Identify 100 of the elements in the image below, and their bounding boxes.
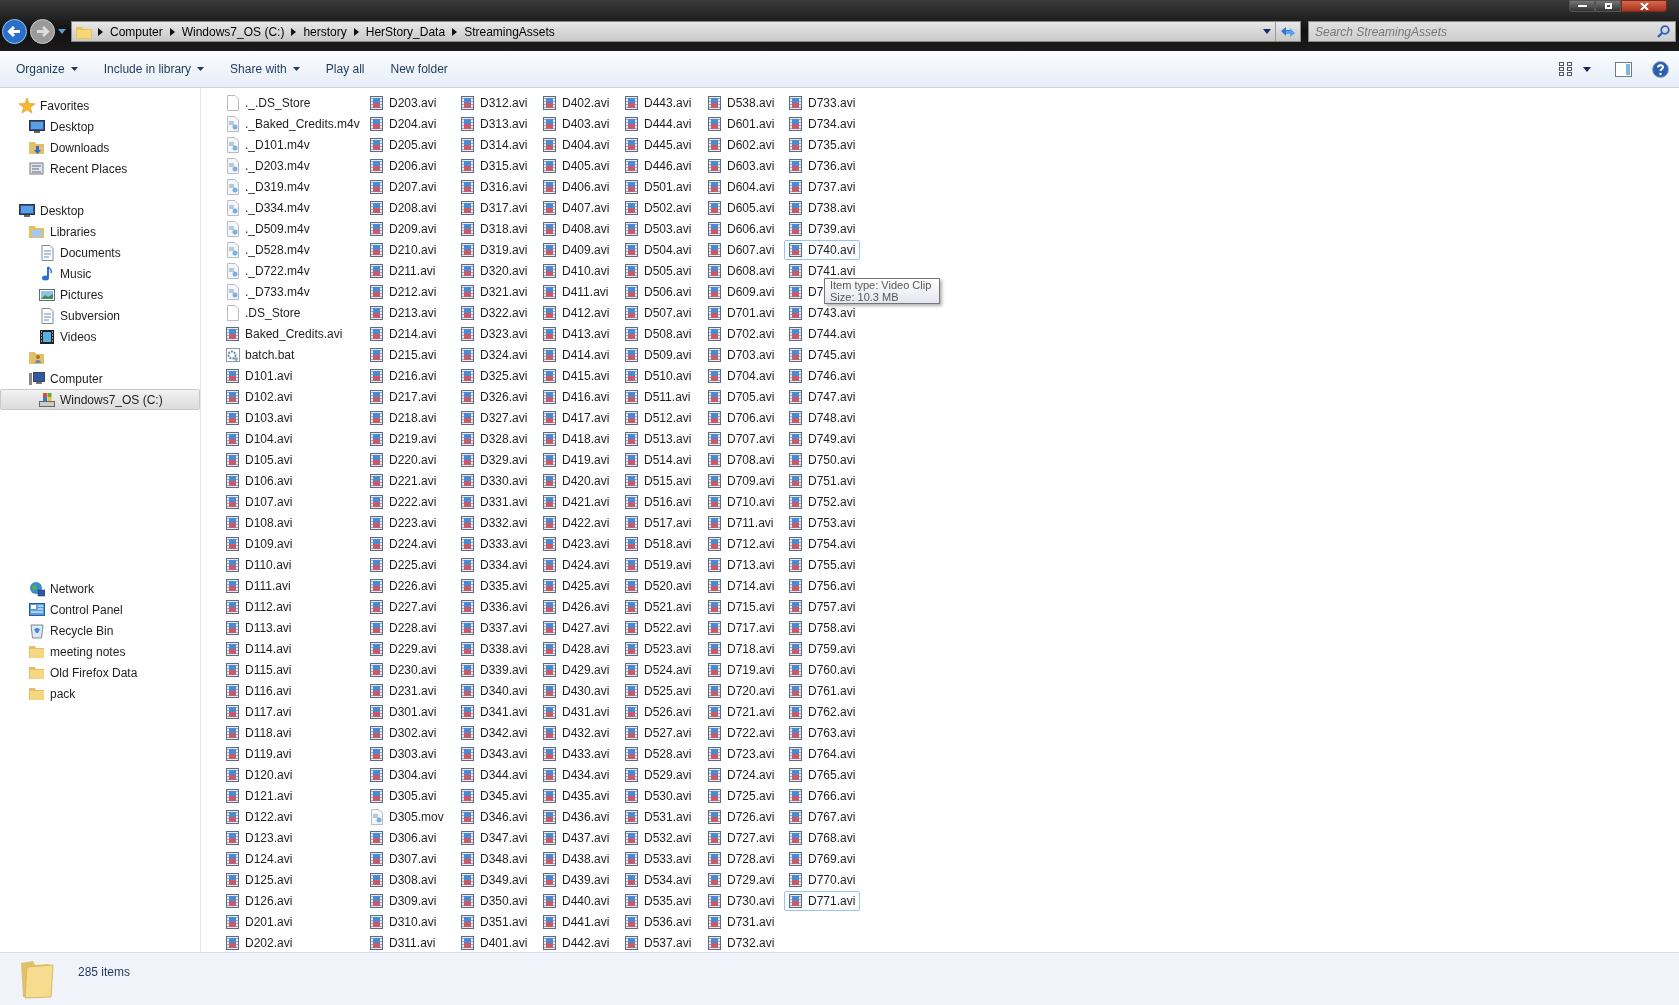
nav-item[interactable]: Downloads — [0, 137, 200, 158]
file-item[interactable]: ._D334.m4v — [221, 197, 315, 218]
file-item[interactable]: D771.avi — [784, 890, 861, 911]
file-item[interactable]: D231.avi — [365, 680, 442, 701]
file-item[interactable]: D602.avi — [703, 134, 780, 155]
file-item[interactable]: D442.avi — [538, 932, 615, 953]
file-item[interactable]: D501.avi — [620, 176, 697, 197]
toolbar-button[interactable]: Share with — [222, 57, 308, 81]
file-item[interactable]: D312.avi — [456, 92, 533, 113]
nav-item[interactable]: pack — [0, 683, 200, 704]
file-item[interactable]: D409.avi — [538, 239, 615, 260]
file-item[interactable]: D318.avi — [456, 218, 533, 239]
nav-item[interactable]: Old Firefox Data — [0, 662, 200, 683]
file-item[interactable]: ._D733.m4v — [221, 281, 315, 302]
file-item[interactable]: D229.avi — [365, 638, 442, 659]
file-item[interactable]: D119.avi — [221, 743, 297, 764]
file-item[interactable]: D759.avi — [784, 638, 861, 659]
file-item[interactable]: D768.avi — [784, 827, 861, 848]
file-item[interactable]: D762.avi — [784, 701, 861, 722]
file-item[interactable]: D423.avi — [538, 533, 615, 554]
back-button[interactable] — [2, 19, 27, 44]
file-item[interactable]: D428.avi — [538, 638, 615, 659]
file-item[interactable]: D216.avi — [365, 365, 442, 386]
file-item[interactable]: D535.avi — [620, 890, 697, 911]
file-item[interactable]: D120.avi — [221, 764, 298, 785]
file-item[interactable]: D770.avi — [784, 869, 861, 890]
file-item[interactable]: D324.avi — [456, 344, 533, 365]
file-item[interactable]: D337.avi — [456, 617, 533, 638]
file-item[interactable]: D405.avi — [538, 155, 615, 176]
file-item[interactable]: D414.avi — [538, 344, 615, 365]
file-item[interactable]: D512.avi — [620, 407, 697, 428]
file-item[interactable]: D329.avi — [456, 449, 533, 470]
file-item[interactable]: D536.avi — [620, 911, 697, 932]
help-icon[interactable] — [1652, 60, 1669, 78]
file-item[interactable]: D720.avi — [703, 680, 780, 701]
nav-item[interactable]: Music — [0, 263, 200, 284]
file-item[interactable]: D227.avi — [365, 596, 442, 617]
file-item[interactable]: D335.avi — [456, 575, 533, 596]
file-item[interactable]: D437.avi — [538, 827, 615, 848]
file-item[interactable]: D606.avi — [703, 218, 780, 239]
file-item[interactable]: D751.avi — [784, 470, 861, 491]
file-item[interactable]: D228.avi — [365, 617, 442, 638]
file-item[interactable]: D725.avi — [703, 785, 780, 806]
nav-item[interactable]: Videos — [0, 326, 200, 347]
file-item[interactable]: D609.avi — [703, 281, 780, 302]
file-item[interactable]: D760.avi — [784, 659, 861, 680]
file-item[interactable]: D415.avi — [538, 365, 615, 386]
file-item[interactable]: D112.avi — [221, 596, 297, 617]
file-item[interactable]: D705.avi — [703, 386, 780, 407]
file-item[interactable]: D314.avi — [456, 134, 533, 155]
file-item[interactable]: D510.avi — [620, 365, 697, 386]
file-item[interactable]: D746.avi — [784, 365, 861, 386]
file-item[interactable]: D441.avi — [538, 911, 615, 932]
file-item[interactable]: D307.avi — [365, 848, 442, 869]
file-item[interactable]: D706.avi — [703, 407, 780, 428]
file-item[interactable]: D748.avi — [784, 407, 861, 428]
file-item[interactable]: D230.avi — [365, 659, 442, 680]
nav-item[interactable]: Desktop — [0, 200, 200, 221]
file-item[interactable]: D331.avi — [456, 491, 533, 512]
file-item[interactable]: D758.avi — [784, 617, 861, 638]
file-item[interactable]: D714.avi — [703, 575, 780, 596]
file-item[interactable]: D702.avi — [703, 323, 780, 344]
file-item[interactable]: D308.avi — [365, 869, 442, 890]
file-item[interactable]: D223.avi — [365, 512, 442, 533]
file-item[interactable]: D126.avi — [221, 890, 298, 911]
file-item[interactable]: D727.avi — [703, 827, 780, 848]
file-item[interactable]: D766.avi — [784, 785, 861, 806]
file-item[interactable]: ._Baked_Credits.m4v — [221, 113, 365, 134]
file-item[interactable]: D721.avi — [703, 701, 780, 722]
file-item[interactable]: D756.avi — [784, 575, 861, 596]
file-item[interactable]: D203.avi — [365, 92, 442, 113]
file-item[interactable]: D703.avi — [703, 344, 780, 365]
file-item[interactable]: D513.avi — [620, 428, 697, 449]
file-item[interactable]: D526.avi — [620, 701, 697, 722]
file-item[interactable]: D313.avi — [456, 113, 533, 134]
maximize-button[interactable] — [1595, 0, 1621, 12]
file-item[interactable]: D404.avi — [538, 134, 615, 155]
file-item[interactable]: D769.avi — [784, 848, 861, 869]
file-item[interactable]: D538.avi — [703, 92, 780, 113]
close-button[interactable] — [1621, 0, 1667, 12]
file-item[interactable]: D309.avi — [365, 890, 442, 911]
file-item[interactable]: D106.avi — [221, 470, 298, 491]
file-item[interactable]: D115.avi — [221, 659, 297, 680]
file-item[interactable]: D310.avi — [365, 911, 442, 932]
file-item[interactable]: D344.avi — [456, 764, 533, 785]
minimize-button[interactable] — [1569, 0, 1595, 12]
file-item[interactable]: D735.avi — [784, 134, 861, 155]
file-item[interactable]: D413.avi — [538, 323, 615, 344]
file-item[interactable]: D105.avi — [221, 449, 298, 470]
file-item[interactable]: D724.avi — [703, 764, 780, 785]
nav-item[interactable]: Libraries — [0, 221, 200, 242]
file-item[interactable]: D323.avi — [456, 323, 533, 344]
file-item[interactable]: D603.avi — [703, 155, 780, 176]
file-item[interactable]: D523.avi — [620, 638, 697, 659]
breadcrumb[interactable]: herstory — [302, 22, 348, 41]
file-item[interactable]: D116.avi — [221, 680, 297, 701]
file-item[interactable]: D429.avi — [538, 659, 615, 680]
nav-item[interactable]: Subversion — [0, 305, 200, 326]
file-item[interactable]: ._D722.m4v — [221, 260, 315, 281]
file-item[interactable]: D401.avi — [456, 932, 533, 953]
